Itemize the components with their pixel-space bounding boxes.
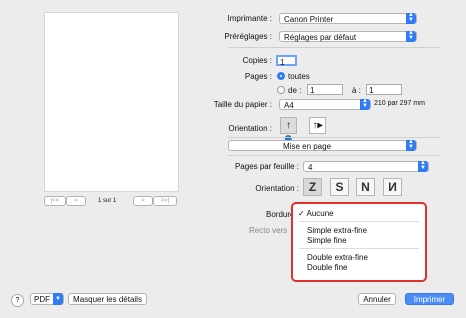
landscape-orientation-icon[interactable]: ↑▸ [309, 117, 326, 134]
pages-per-sheet-value: 4 [308, 163, 313, 172]
pages-from-label: de : [288, 86, 302, 95]
divider [228, 155, 440, 156]
layout-n-icon[interactable]: N [356, 178, 375, 196]
paper-label: Taille du papier : [213, 100, 272, 109]
paper-dimensions: 210 par 297 mm [374, 100, 425, 107]
pages-all-radio[interactable] [277, 72, 285, 80]
printer-value: Canon Printer [284, 15, 334, 24]
portrait-orientation-icon[interactable]: ↑👤 [280, 117, 297, 147]
paper-value: A4 [284, 101, 294, 110]
orientation-label: Orientation : [228, 124, 272, 133]
chevron-updown-icon: ▲ ▼ [406, 139, 416, 151]
menu-item-single-hairline[interactable]: Simple extra-fine [307, 226, 367, 235]
menu-separator [299, 221, 419, 222]
menu-item-double-thin[interactable]: Double fine [307, 263, 347, 272]
previous-page-button[interactable]: < [66, 196, 86, 206]
pdf-button[interactable]: PDF ▼ [30, 293, 64, 305]
help-icon[interactable]: ? [11, 294, 24, 307]
print-button[interactable]: Imprimer [405, 293, 454, 305]
pages-per-sheet-select[interactable]: 4 ▲ ▼ [303, 160, 429, 172]
presets-select[interactable]: Réglages par défaut ▲ ▼ [279, 30, 417, 42]
pages-all-label: toutes [288, 72, 310, 81]
chevron-updown-icon: ▲ ▼ [360, 98, 370, 110]
pdf-label: PDF [34, 295, 50, 304]
menu-item-double-hairline[interactable]: Double extra-fine [307, 253, 368, 262]
presets-value: Réglages par défaut [284, 33, 357, 42]
last-page-button[interactable]: >>| [153, 196, 177, 206]
pages-range-radio[interactable] [277, 86, 285, 94]
layout-direction-label: Orientation : [255, 184, 299, 193]
menu-item-single-thin[interactable]: Simple fine [307, 236, 347, 245]
section-select[interactable]: Mise en page ▲ ▼ [228, 139, 417, 151]
pages-per-sheet-label: Pages par feuille : [234, 162, 299, 171]
chevron-updown-icon: ▲ ▼ [418, 160, 428, 172]
hide-details-button[interactable]: Masquer les détails [68, 293, 147, 305]
copies-field[interactable]: 1 [276, 55, 297, 67]
printer-label: Imprimante : [227, 14, 272, 23]
cancel-button[interactable]: Annuler [358, 293, 396, 305]
printer-select[interactable]: Canon Printer ▲ ▼ [279, 12, 417, 24]
copies-label: Copies : [242, 56, 272, 65]
page-preview [44, 12, 179, 192]
layout-s-icon[interactable]: S [330, 178, 349, 196]
next-page-button[interactable]: > [133, 196, 153, 206]
pages-to-label: à : [352, 86, 361, 95]
section-value: Mise en page [283, 142, 332, 151]
chevron-down-icon: ▼ [53, 293, 63, 305]
layout-z-icon[interactable]: Z [303, 178, 322, 196]
presets-label: Préréglages : [224, 32, 272, 41]
two-sided-label: Recto vers [249, 226, 288, 235]
border-dropdown-menu: ✓ Aucune Simple extra-fine Simple fine D… [291, 202, 427, 282]
pages-label: Pages : [244, 72, 272, 81]
chevron-updown-icon: ▲ ▼ [406, 12, 416, 24]
divider [228, 137, 440, 138]
paper-select[interactable]: A4 ▲ ▼ [279, 98, 371, 110]
pages-to-field[interactable]: 1 [366, 84, 402, 95]
first-page-button[interactable]: |<< [44, 196, 66, 206]
layout-n-reverse-icon[interactable]: N [383, 178, 402, 196]
chevron-updown-icon: ▲ ▼ [406, 30, 416, 42]
page-indicator: 1 sur 1 [98, 198, 117, 204]
menu-separator [299, 248, 419, 249]
divider [228, 47, 440, 48]
menu-item-none[interactable]: ✓ Aucune [298, 209, 334, 218]
pages-from-field[interactable]: 1 [307, 84, 343, 95]
